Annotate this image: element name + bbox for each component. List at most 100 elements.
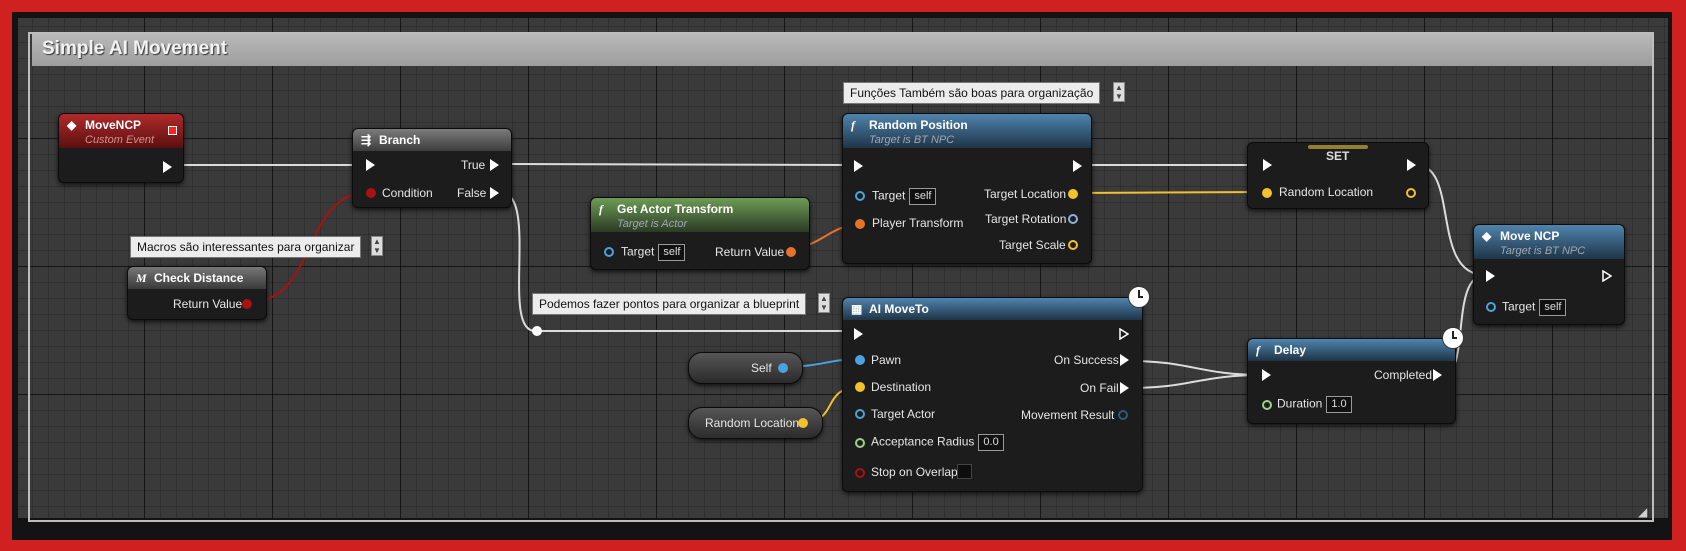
get-actor-transform-node[interactable]: f Get Actor Transform Target is Actor Ta…: [590, 197, 810, 270]
exec-out-pin[interactable]: [1119, 327, 1130, 341]
node-subtitle: Custom Event: [85, 134, 155, 146]
comment-box[interactable]: [28, 32, 1654, 522]
pin-label-condition: Condition: [382, 186, 433, 200]
exec-in-pin[interactable]: [1262, 369, 1271, 381]
acceptance-radius-pin[interactable]: [855, 438, 865, 448]
player-transform-pin[interactable]: [855, 219, 865, 229]
var-label-self: Self: [751, 361, 772, 375]
exec-in-pin[interactable]: [1263, 159, 1272, 171]
return-value-pin[interactable]: [242, 299, 252, 309]
exec-in-pin[interactable]: [366, 159, 375, 171]
target-value-field[interactable]: self: [658, 244, 686, 261]
random-location-out-pin[interactable]: [798, 418, 808, 428]
pin-label-target-actor: Target Actor: [871, 407, 936, 421]
pin-label-pawn: Pawn: [871, 353, 902, 367]
note-macros[interactable]: Macros são interessantes para organizar: [130, 236, 362, 258]
target-actor-pin[interactable]: [855, 409, 865, 419]
macro-icon: M: [136, 271, 147, 285]
pin-label-target: Target: [1502, 299, 1536, 314]
stop-on-overlap-pin[interactable]: [855, 468, 865, 478]
completed-pin[interactable]: [1433, 369, 1442, 381]
note-functions[interactable]: Funções Também são boas para organização: [843, 82, 1101, 104]
exec-in-pin[interactable]: [854, 328, 863, 340]
set-node[interactable]: SET Random Location: [1247, 142, 1429, 209]
target-value-field[interactable]: self: [1539, 299, 1567, 316]
note-reroute[interactable]: Podemos fazer pontos para organizar a bl…: [532, 293, 807, 315]
pin-label-destination: Destination: [871, 380, 932, 394]
pin-label-movement-result: Movement Result: [1021, 408, 1115, 422]
branch-icon: ⇶: [361, 133, 372, 147]
target-location-pin[interactable]: [1068, 189, 1078, 199]
pin-label-completed: Completed: [1374, 368, 1433, 382]
pin-label-true: True: [461, 158, 486, 172]
node-subtitle: Target is BT NPC: [1500, 245, 1586, 257]
function-icon: f: [1256, 343, 1260, 357]
pin-label-target: Target: [621, 244, 655, 259]
custom-event-icon: ◆: [67, 118, 77, 132]
exec-out-pin[interactable]: [1602, 269, 1613, 283]
ai-node-icon: ▦: [851, 302, 863, 316]
resize-grip-icon[interactable]: ◢: [1638, 505, 1647, 519]
note-collapse-button[interactable]: ▲ ▼: [371, 236, 383, 256]
on-success-pin[interactable]: [1120, 354, 1129, 366]
exec-out-pin[interactable]: [1073, 160, 1082, 172]
pawn-pin[interactable]: [855, 355, 865, 365]
random-location-pin[interactable]: [1262, 188, 1272, 198]
var-label-random-location: Random Location: [705, 416, 800, 430]
random-location-out-pin[interactable]: [1406, 188, 1416, 198]
target-pin[interactable]: [604, 247, 614, 257]
pin-label-duration: Duration: [1277, 396, 1323, 411]
reroute-node[interactable]: [532, 326, 542, 336]
random-location-getter-node[interactable]: Random Location: [688, 407, 823, 439]
condition-pin[interactable]: [366, 188, 376, 198]
exec-in-pin[interactable]: [854, 160, 863, 172]
move-ncp-node[interactable]: ◆ Move NCP Target is BT NPC Target self: [1473, 224, 1625, 325]
target-pin[interactable]: [855, 191, 865, 201]
pin-label-on-fail: On Fail: [1080, 381, 1119, 395]
node-title: Random Position: [869, 118, 968, 132]
node-title: Check Distance: [154, 271, 244, 285]
pin-label-target: Target: [872, 188, 906, 203]
on-fail-pin[interactable]: [1120, 382, 1129, 394]
branch-node[interactable]: ⇶ Branch True Condition False: [352, 128, 512, 208]
node-subtitle: Target is Actor: [617, 218, 688, 230]
target-value-field[interactable]: self: [909, 188, 937, 205]
pin-label-false: False: [457, 186, 487, 200]
node-title: Branch: [379, 133, 421, 147]
pin-label-target-rotation: Target Rotation: [985, 212, 1067, 226]
note-collapse-button[interactable]: ▲ ▼: [1113, 82, 1125, 102]
check-distance-node[interactable]: M Check Distance Return Value: [127, 266, 267, 320]
clock-icon: [1128, 286, 1150, 308]
stop-on-overlap-checkbox[interactable]: [957, 464, 972, 479]
function-icon: f: [599, 202, 603, 216]
target-scale-pin[interactable]: [1068, 240, 1078, 250]
target-pin[interactable]: [1486, 302, 1496, 312]
random-position-node[interactable]: f Random Position Target is BT NPC Targe…: [842, 113, 1092, 264]
delegate-pin[interactable]: [168, 126, 177, 135]
node-title: MoveNCP: [85, 118, 142, 132]
delay-node[interactable]: f Delay Completed Duration 1.0: [1247, 338, 1456, 424]
false-exec-pin[interactable]: [490, 187, 499, 199]
exec-out-pin[interactable]: [1407, 159, 1416, 171]
self-out-pin[interactable]: [778, 363, 788, 373]
true-exec-pin[interactable]: [490, 159, 499, 171]
destination-pin[interactable]: [855, 382, 865, 392]
return-value-pin[interactable]: [786, 247, 796, 257]
exec-out-pin[interactable]: [163, 161, 172, 173]
pin-label-on-success: On Success: [1054, 353, 1119, 367]
self-getter-node[interactable]: Self: [688, 352, 803, 384]
comment-header[interactable]: Simple AI Movement: [32, 34, 1652, 66]
pin-label-player-transform: Player Transform: [872, 216, 964, 230]
duration-pin[interactable]: [1262, 400, 1272, 410]
pin-label-target-location: Target Location: [984, 187, 1067, 201]
note-collapse-button[interactable]: ▲ ▼: [818, 293, 830, 313]
pin-label-return: Return Value: [173, 297, 243, 311]
acceptance-radius-field[interactable]: 0.0: [978, 434, 1004, 451]
target-rotation-pin[interactable]: [1068, 214, 1078, 224]
node-title: Delay: [1274, 343, 1307, 357]
movement-result-pin[interactable]: [1118, 410, 1128, 420]
duration-field[interactable]: 1.0: [1326, 396, 1352, 413]
ai-moveto-node[interactable]: ▦ AI MoveTo Pawn On Success Destination …: [842, 297, 1143, 492]
custom-event-node[interactable]: ◆ MoveNCP Custom Event: [58, 113, 184, 183]
exec-in-pin[interactable]: [1486, 270, 1495, 282]
